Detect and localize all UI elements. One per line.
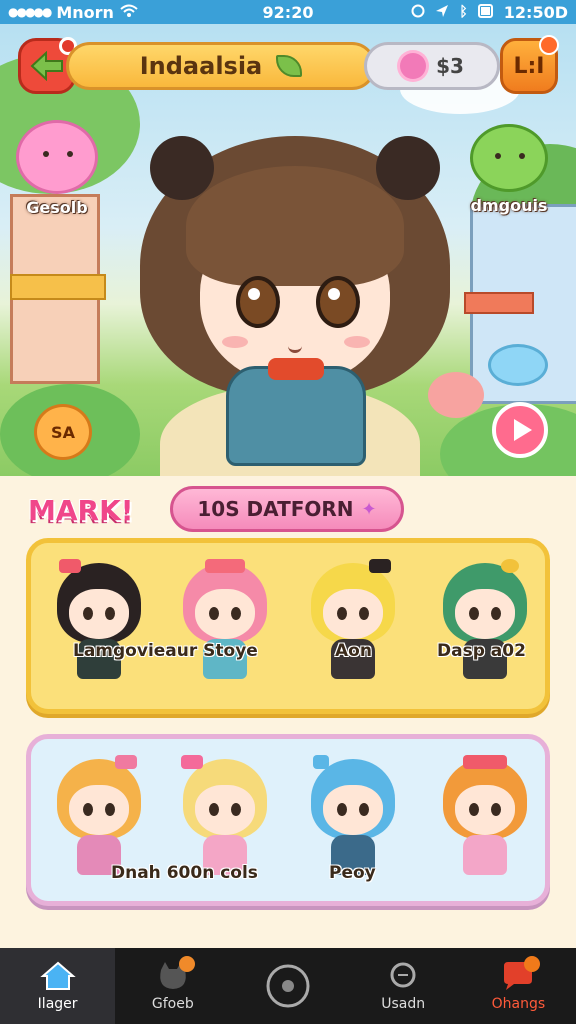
currency-display[interactable]: $3: [364, 42, 500, 90]
pink-mascot-icon: [16, 120, 98, 194]
tab-friends[interactable]: Gfoeb: [115, 948, 230, 1024]
eye: [316, 276, 360, 328]
right-mascot[interactable]: dmgouis: [470, 124, 548, 215]
bottom-tab-bar: Ilager Gfoeb Usadn Ohangs: [0, 948, 576, 1024]
title-banner: Indaalsia: [66, 42, 376, 90]
character-card-yellow: Lamgovieaur Stoye Aon Dasp a02: [26, 538, 550, 714]
back-arrow-icon: [30, 51, 63, 81]
chibi-character[interactable]: [175, 559, 275, 689]
hair-bun: [150, 136, 214, 200]
character-label: Peoy: [329, 863, 376, 883]
right-mascot-label: dmgouis: [470, 196, 548, 215]
tab-search[interactable]: Usadn: [346, 948, 461, 1024]
character-label: Aon: [335, 641, 372, 661]
tab-label: Ilager: [37, 996, 78, 1012]
search-icon: [390, 962, 416, 988]
status-right: ᛒ 12:50D: [368, 3, 568, 22]
status-right-text: 12:50D: [503, 2, 568, 22]
currency-value: $3: [436, 54, 464, 78]
awning: [464, 292, 534, 314]
game-title: Indaalsia: [139, 52, 263, 80]
leaf-icon: [276, 55, 303, 77]
menu-button[interactable]: L:I: [500, 35, 559, 94]
chibi-character[interactable]: [49, 559, 149, 689]
notification-dot: [539, 35, 559, 55]
eye: [236, 276, 280, 328]
alarm-icon: [411, 3, 425, 22]
tab-label: Usadn: [381, 996, 426, 1012]
status-time: 92:20: [262, 2, 314, 22]
carrier-name: Mnorn: [56, 2, 114, 22]
bluetooth-icon: ᛒ: [459, 4, 468, 20]
cloud-mascot-icon: [488, 344, 548, 386]
character-outfit: [226, 366, 366, 466]
character-panel: MARK! 10S DATFORN ✦ Lamgovieaur Stoye Ao…: [0, 476, 576, 948]
chibi-character[interactable]: [435, 559, 535, 689]
location-icon: [435, 3, 449, 22]
wifi-icon: [120, 3, 138, 22]
tab-label: Gfoeb: [151, 996, 194, 1012]
sparkle-icon: ✦: [361, 498, 377, 520]
platform-button[interactable]: 10S DATFORN ✦: [170, 486, 404, 532]
status-bar: ●●●●● Mnorn 92:20 ᛒ 12:50D: [0, 0, 576, 24]
hair-bun: [376, 136, 440, 200]
section-header: MARK! 10S DATFORN ✦: [28, 486, 548, 532]
cat-icon: [155, 956, 195, 992]
character-label: Lamgovieaur Stoye: [73, 641, 258, 661]
battery-icon: [477, 3, 494, 22]
section-title: MARK!: [28, 494, 134, 527]
top-bar: Indaalsia $3 L:I: [18, 35, 559, 96]
character-card-blue: Dnah 600n cols Peoy: [26, 734, 550, 906]
left-mascot[interactable]: Gesolb: [16, 120, 98, 217]
play-button[interactable]: [492, 402, 548, 458]
character-label: Dasp a02: [437, 641, 526, 661]
chibi-character[interactable]: [435, 755, 535, 885]
tab-center[interactable]: [230, 948, 345, 1024]
platform-button-label: 10S DATFORN: [197, 497, 354, 521]
center-circle-icon: [266, 964, 310, 1008]
home-icon: [39, 961, 76, 990]
tab-changes[interactable]: Ohangs: [461, 948, 576, 1024]
flower-currency-icon: [400, 53, 427, 79]
tab-home[interactable]: Ilager: [0, 948, 116, 1024]
tab-label: Ohangs: [491, 996, 546, 1012]
signal-icon: ●●●●●: [8, 5, 52, 19]
green-mascot-icon: [470, 124, 548, 192]
awning: [10, 274, 106, 300]
chibi-character[interactable]: [303, 559, 403, 689]
chat-bubble-icon: [500, 956, 541, 992]
bonus-badge[interactable]: SA: [34, 404, 92, 460]
left-mascot-label: Gesolb: [26, 198, 88, 217]
main-character[interactable]: [140, 96, 450, 476]
character-label: Dnah 600n cols: [111, 863, 258, 883]
status-left: ●●●●● Mnorn: [8, 3, 208, 22]
bonus-badge-label: SA: [51, 422, 75, 442]
menu-button-label: L:I: [513, 53, 545, 79]
